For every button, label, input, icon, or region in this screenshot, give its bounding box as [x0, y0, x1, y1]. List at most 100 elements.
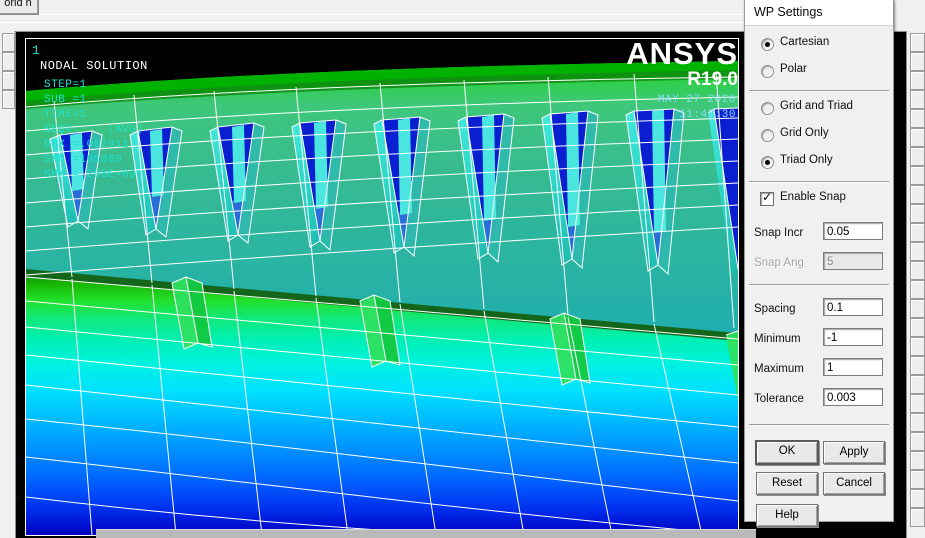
radio-grid-only-indicator[interactable] [761, 129, 774, 142]
right-rail-button-10[interactable] [910, 204, 925, 223]
left-rail-button-2[interactable] [2, 52, 15, 71]
right-rail-button-5[interactable] [910, 109, 925, 128]
radio-triad-only-indicator[interactable] [761, 156, 774, 169]
plot-info-step: STEP=1 [44, 79, 87, 91]
right-rail-button-9[interactable] [910, 185, 925, 204]
apply-button[interactable]: Apply [823, 441, 885, 464]
checkbox-enable-snap[interactable]: ✓ Enable Snap [745, 187, 893, 214]
radio-cartesian-indicator[interactable] [761, 38, 774, 51]
application-window: orld h 1 NODAL SOLUTION STEP=1 SUB =1 TI… [0, 0, 925, 538]
input-maximum[interactable]: 1 [823, 358, 883, 376]
field-row-snap-ang: Snap Ang 5 [745, 250, 893, 280]
left-rail-button-3[interactable] [2, 71, 15, 90]
plot-info-sub: SUB =1 [44, 94, 87, 106]
right-rail-button-13[interactable] [910, 261, 925, 280]
radio-triad-only-label: Triad Only [780, 154, 833, 166]
dialog-button-group: OK Apply Reset Cancel Help [745, 430, 893, 537]
right-rail-button-24[interactable] [910, 470, 925, 489]
plot-date: MAY 27 2020 [657, 94, 736, 106]
right-rail-button-14[interactable] [910, 280, 925, 299]
label-snap-incr: Snap Incr [754, 227, 804, 239]
reset-button[interactable]: Reset [756, 472, 818, 495]
input-tolerance[interactable]: 0.003 [823, 388, 883, 406]
radio-grid-and-triad-label: Grid and Triad [780, 100, 853, 112]
left-toolbar-rail [0, 31, 15, 538]
right-rail-button-17[interactable] [910, 337, 925, 356]
left-rail-button-1[interactable] [2, 33, 15, 52]
contour-legend-bar [96, 529, 756, 538]
ok-button[interactable]: OK [755, 440, 819, 465]
radio-polar[interactable]: Polar [745, 59, 893, 86]
right-rail-button-25[interactable] [910, 489, 925, 508]
help-button[interactable]: Help [756, 504, 818, 527]
field-row-snap-incr: Snap Incr 0.05 [745, 220, 893, 250]
right-rail-button-19[interactable] [910, 375, 925, 394]
plot-time: 11:47:30 [679, 109, 736, 121]
input-snap-ang: 5 [823, 252, 883, 270]
plot-number-label: 1 [32, 43, 41, 58]
contour-plot [26, 39, 738, 535]
plot-title: NODAL SOLUTION [40, 59, 148, 73]
plot-info-quantity: SEQV (AVG) [44, 124, 144, 136]
plot-info-time: TIME=1 [44, 109, 87, 121]
field-row-minimum: Minimum -1 [745, 326, 893, 356]
right-rail-button-20[interactable] [910, 394, 925, 413]
plot-info-smn: SMN =105069 [44, 154, 123, 166]
dialog-titlebar[interactable]: WP Settings [745, 0, 893, 26]
right-rail-button-16[interactable] [910, 318, 925, 337]
radio-grid-and-triad[interactable]: Grid and Triad [745, 96, 893, 123]
right-rail-button-12[interactable] [910, 242, 925, 261]
radio-grid-and-triad-indicator[interactable] [761, 102, 774, 115]
input-spacing[interactable]: 0.1 [823, 298, 883, 316]
input-snap-incr[interactable]: 0.05 [823, 222, 883, 240]
right-rail-button-23[interactable] [910, 451, 925, 470]
right-rail-button-11[interactable] [910, 223, 925, 242]
ansys-branding: ANSYS R19.0 [626, 38, 738, 90]
checkbox-enable-snap-indicator[interactable]: ✓ [760, 191, 774, 206]
right-rail-button-4[interactable] [910, 90, 925, 109]
left-rail-button-4[interactable] [2, 90, 15, 109]
divider-4 [749, 424, 889, 426]
right-rail-button-6[interactable] [910, 128, 925, 147]
field-row-spacing: Spacing 0.1 [745, 296, 893, 326]
ansys-release-text: R19.0 [687, 69, 738, 90]
radio-grid-only[interactable]: Grid Only [745, 123, 893, 150]
radio-polar-label: Polar [780, 63, 807, 75]
divider-2 [749, 181, 889, 183]
label-spacing: Spacing [754, 303, 796, 315]
right-rail-button-8[interactable] [910, 166, 925, 185]
wp-settings-dialog[interactable]: WP Settings Cartesian Polar Grid and Tri… [744, 0, 894, 527]
right-rail-button-2[interactable] [910, 52, 925, 71]
right-toolbar-header [894, 0, 925, 31]
right-toolbar-rail [905, 31, 925, 538]
right-rail-button-1[interactable] [910, 33, 925, 52]
divider-1 [749, 90, 889, 92]
cancel-button[interactable]: Cancel [823, 472, 885, 495]
plot-info-smx: SMX =.208E+09 [44, 169, 137, 181]
right-rail-button-15[interactable] [910, 299, 925, 318]
right-rail-button-22[interactable] [910, 432, 925, 451]
label-snap-ang: Snap Ang [754, 257, 804, 269]
dialog-title: WP Settings [754, 5, 823, 19]
radio-polar-indicator[interactable] [761, 65, 774, 78]
field-row-maximum: Maximum 1 [745, 356, 893, 386]
field-row-tolerance: Tolerance 0.003 [745, 386, 893, 416]
radio-triad-only[interactable]: Triad Only [745, 150, 893, 177]
right-rail-button-21[interactable] [910, 413, 925, 432]
divider-3 [749, 284, 889, 286]
right-rail-button-7[interactable] [910, 147, 925, 166]
right-rail-button-3[interactable] [910, 71, 925, 90]
right-rail-button-18[interactable] [910, 356, 925, 375]
toolbar-partial-button[interactable]: orld h [0, 0, 39, 15]
ansys-logo-text: ANSYS [626, 36, 738, 71]
plot-info-dmx: DMX =.002911 [44, 139, 130, 151]
dialog-body: Cartesian Polar Grid and Triad Grid Only… [745, 26, 893, 537]
label-minimum: Minimum [754, 333, 801, 345]
input-minimum[interactable]: -1 [823, 328, 883, 346]
radio-cartesian[interactable]: Cartesian [745, 32, 893, 59]
radio-grid-only-label: Grid Only [780, 127, 829, 139]
radio-cartesian-label: Cartesian [780, 36, 830, 48]
checkbox-enable-snap-label: Enable Snap [780, 191, 846, 203]
right-rail-button-26[interactable] [910, 508, 925, 527]
label-tolerance: Tolerance [754, 393, 804, 405]
